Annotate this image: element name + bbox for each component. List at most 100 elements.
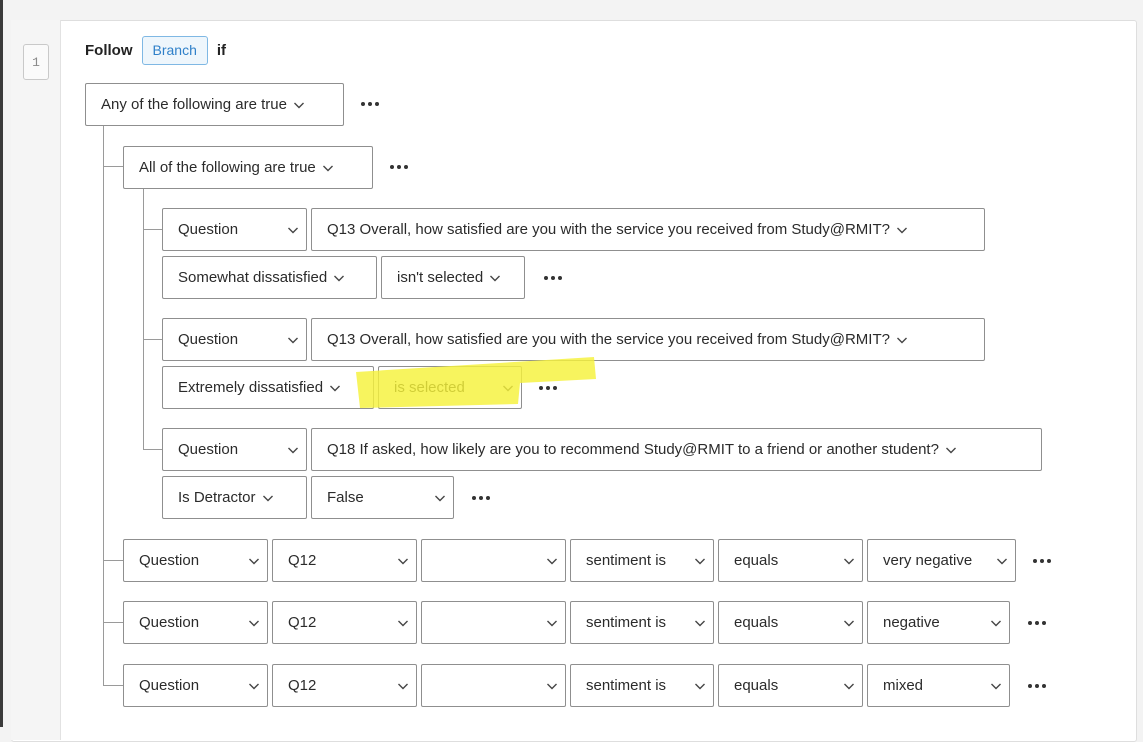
root-condition-label: Any of the following are true <box>101 96 287 113</box>
more-options-icon[interactable] <box>1031 557 1053 565</box>
tree-line <box>103 166 123 167</box>
more-options-icon[interactable] <box>388 163 410 171</box>
chevron-down-icon <box>322 165 333 171</box>
condition-type-label: Question <box>178 331 239 348</box>
question-label: Q13 Overall, how satisfied are you with … <box>327 331 890 348</box>
chevron-down-icon <box>293 102 304 108</box>
subfield-dropdown[interactable] <box>421 601 566 644</box>
choice-dropdown[interactable]: Is Detractor <box>162 476 307 519</box>
more-options-icon[interactable] <box>359 100 381 108</box>
value-label: negative <box>883 614 940 631</box>
group-condition-label: All of the following are true <box>139 159 316 176</box>
step-number: 1 <box>23 44 49 80</box>
choice-dropdown[interactable]: Extremely dissatisfied <box>162 366 374 409</box>
operator-dropdown[interactable]: equals <box>718 539 863 582</box>
step-gutter <box>11 20 61 740</box>
chevron-down-icon <box>991 683 1001 689</box>
chevron-down-icon <box>695 558 705 564</box>
condition-type-dropdown[interactable]: Question <box>123 601 268 644</box>
chevron-down-icon <box>490 275 501 281</box>
condition-type-label: Question <box>139 677 200 694</box>
choice-label: Extremely dissatisfied <box>178 379 324 396</box>
value-dropdown[interactable]: mixed <box>867 664 1010 707</box>
condition-type-label: Question <box>139 614 200 631</box>
question-label: Q12 <box>288 614 317 631</box>
chevron-down-icon <box>249 558 259 564</box>
operator-label: False <box>327 489 364 506</box>
value-dropdown[interactable]: negative <box>867 601 1010 644</box>
metric-dropdown[interactable]: sentiment is <box>570 664 714 707</box>
value-label: very negative <box>883 552 973 569</box>
operator-dropdown[interactable]: isn't selected <box>381 256 525 299</box>
question-dropdown[interactable]: Q18 If asked, how likely are you to reco… <box>311 428 1042 471</box>
chevron-down-icon <box>398 620 408 626</box>
metric-label: sentiment is <box>586 552 667 569</box>
question-dropdown[interactable]: Q13 Overall, how satisfied are you with … <box>311 208 985 251</box>
more-options-icon[interactable] <box>537 384 559 392</box>
chevron-down-icon <box>945 447 956 453</box>
question-label: Q12 <box>288 677 317 694</box>
metric-dropdown[interactable]: sentiment is <box>570 539 714 582</box>
more-options-icon[interactable] <box>542 274 564 282</box>
condition-type-label: Question <box>178 441 239 458</box>
group-condition-dropdown[interactable]: All of the following are true <box>123 146 373 189</box>
operator-dropdown[interactable]: equals <box>718 664 863 707</box>
tree-line <box>103 560 123 561</box>
value-dropdown[interactable]: very negative <box>867 539 1016 582</box>
chevron-down-icon <box>249 683 259 689</box>
question-dropdown[interactable]: Q13 Overall, how satisfied are you with … <box>311 318 985 361</box>
question-dropdown[interactable]: Q12 <box>272 664 417 707</box>
chevron-down-icon <box>262 495 273 501</box>
question-dropdown[interactable]: Q12 <box>272 601 417 644</box>
branch-tag[interactable]: Branch <box>141 35 208 65</box>
question-dropdown[interactable]: Q12 <box>272 539 417 582</box>
chevron-down-icon <box>844 620 854 626</box>
choice-dropdown[interactable]: Somewhat dissatisfied <box>162 256 377 299</box>
question-label: Q12 <box>288 552 317 569</box>
chevron-down-icon <box>435 495 445 501</box>
tree-line <box>143 339 162 340</box>
tree-line <box>143 188 144 450</box>
question-label: Q13 Overall, how satisfied are you with … <box>327 221 890 238</box>
tree-line <box>103 685 123 686</box>
operator-label: equals <box>734 677 779 694</box>
more-options-icon[interactable] <box>470 494 492 502</box>
condition-type-dropdown[interactable]: Question <box>162 428 307 471</box>
chevron-down-icon <box>547 620 557 626</box>
operator-dropdown[interactable]: is selected <box>378 366 522 409</box>
condition-type-dropdown[interactable]: Question <box>123 664 268 707</box>
operator-dropdown[interactable]: False <box>311 476 454 519</box>
chevron-down-icon <box>896 337 907 343</box>
condition-type-label: Question <box>139 552 200 569</box>
chevron-down-icon <box>288 337 298 343</box>
operator-label: equals <box>734 614 779 631</box>
chevron-down-icon <box>249 620 259 626</box>
window-edge <box>0 0 3 727</box>
condition-type-dropdown[interactable]: Question <box>162 208 307 251</box>
branch-header: Follow Branch if <box>85 35 226 65</box>
subfield-dropdown[interactable] <box>421 664 566 707</box>
follow-label: Follow <box>85 41 133 59</box>
if-label: if <box>216 41 227 59</box>
chevron-down-icon <box>288 447 298 453</box>
root-condition-dropdown[interactable]: Any of the following are true <box>85 83 344 126</box>
operator-label: is selected <box>394 379 465 396</box>
choice-label: Is Detractor <box>178 489 256 506</box>
chevron-down-icon <box>398 558 408 564</box>
operator-dropdown[interactable]: equals <box>718 601 863 644</box>
more-options-icon[interactable] <box>1026 619 1048 627</box>
metric-dropdown[interactable]: sentiment is <box>570 601 714 644</box>
chevron-down-icon <box>288 227 298 233</box>
metric-label: sentiment is <box>586 614 667 631</box>
condition-type-dropdown[interactable]: Question <box>123 539 268 582</box>
condition-type-dropdown[interactable]: Question <box>162 318 307 361</box>
chevron-down-icon <box>844 683 854 689</box>
tree-line <box>103 622 123 623</box>
chevron-down-icon <box>695 620 705 626</box>
more-options-icon[interactable] <box>1026 682 1048 690</box>
chevron-down-icon <box>991 620 1001 626</box>
value-label: mixed <box>883 677 924 694</box>
operator-label: equals <box>734 552 779 569</box>
chevron-down-icon <box>997 558 1007 564</box>
subfield-dropdown[interactable] <box>421 539 566 582</box>
